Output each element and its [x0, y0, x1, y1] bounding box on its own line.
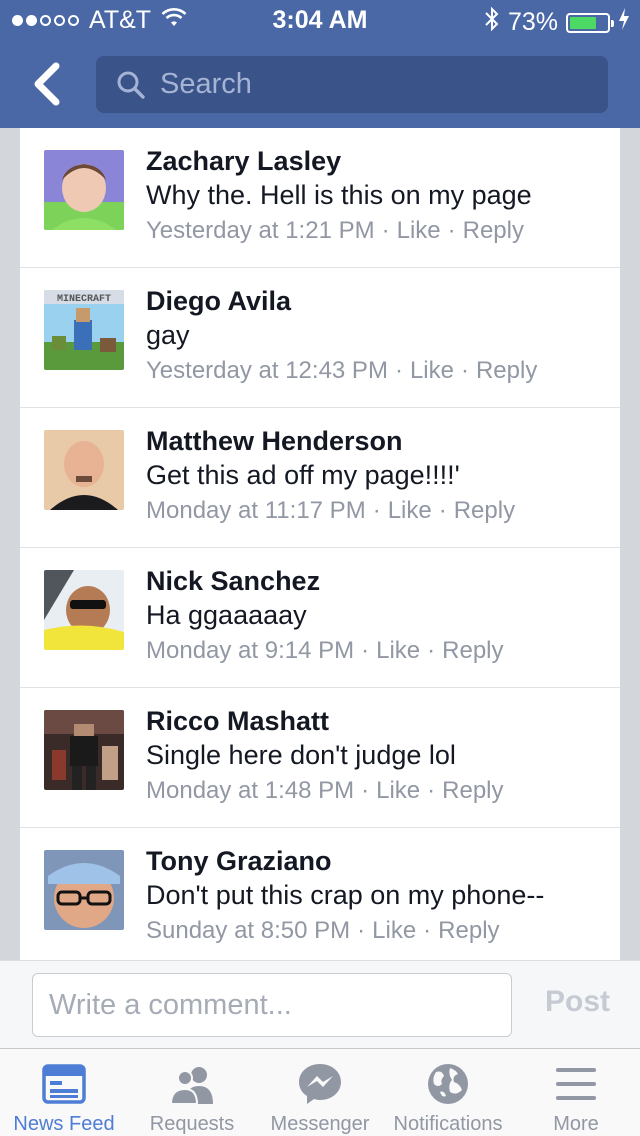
- battery-percent: 73%: [507, 8, 558, 36]
- comment-time: Yesterday at 12:43 PM: [146, 357, 388, 384]
- commenter-name[interactable]: Zachary Lasley: [146, 146, 341, 177]
- comment-meta: Sunday at 8:50 PM · Like · Reply: [146, 917, 500, 944]
- comment-item: Matthew Henderson Get this ad off my pag…: [20, 408, 620, 548]
- tab-label: Notifications: [393, 1113, 503, 1135]
- friends-icon: [167, 1061, 217, 1107]
- back-button[interactable]: [28, 62, 68, 106]
- comment-text: Don't put this crap on my phone--: [146, 880, 545, 910]
- reply-link[interactable]: Reply: [454, 497, 515, 524]
- comment-placeholder: Write a comment...: [49, 988, 292, 1021]
- commenter-name[interactable]: Nick Sanchez: [146, 566, 320, 597]
- comment-meta: Yesterday at 1:21 PM · Like · Reply: [146, 217, 524, 244]
- charging-icon: [618, 8, 630, 37]
- globe-icon: [426, 1061, 470, 1107]
- tab-more[interactable]: More: [512, 1049, 640, 1136]
- menu-icon: [554, 1061, 598, 1107]
- comment-text: Ha ggaaaaay: [146, 600, 307, 630]
- avatar-logo-text: MINECRAFT: [57, 294, 111, 305]
- top-bar: AT&T 3:04 AM 73% Search: [0, 0, 640, 128]
- comment-item: Ricco Mashatt Single here don't judge lo…: [20, 688, 620, 828]
- comment-text: Why the. Hell is this on my page: [146, 180, 532, 210]
- avatar[interactable]: [44, 710, 124, 790]
- battery-icon: [566, 12, 614, 33]
- avatar[interactable]: [44, 570, 124, 650]
- avatar[interactable]: [44, 150, 124, 230]
- comment-meta: Monday at 9:14 PM · Like · Reply: [146, 637, 504, 664]
- like-link[interactable]: Like: [410, 357, 454, 384]
- comment-time: Sunday at 8:50 PM: [146, 917, 351, 944]
- chevron-left-icon: [34, 62, 60, 106]
- comment-time: Monday at 11:17 PM: [146, 497, 366, 524]
- reply-link[interactable]: Reply: [476, 357, 537, 384]
- comment-input[interactable]: Write a comment...: [32, 973, 512, 1037]
- tab-bar: News Feed Requests Messenger Notificatio…: [0, 1048, 640, 1136]
- status-right: 73%: [484, 6, 630, 39]
- commenter-name[interactable]: Tony Graziano: [146, 846, 332, 877]
- comment-item: Zachary Lasley Why the. Hell is this on …: [20, 128, 620, 268]
- news-feed-icon: [42, 1061, 86, 1107]
- comment-text: Single here don't judge lol: [146, 740, 456, 770]
- tab-label: Requests: [149, 1113, 235, 1135]
- like-link[interactable]: Like: [397, 217, 441, 244]
- commenter-name[interactable]: Matthew Henderson: [146, 426, 403, 457]
- status-bar: AT&T 3:04 AM 73%: [0, 0, 640, 40]
- search-icon: [117, 71, 145, 99]
- avatar[interactable]: [44, 430, 124, 510]
- messenger-icon: [297, 1061, 343, 1107]
- comment-time: Monday at 1:48 PM: [146, 777, 355, 804]
- avatar[interactable]: MINECRAFT: [44, 290, 124, 370]
- reply-link[interactable]: Reply: [442, 777, 503, 804]
- reply-link[interactable]: Reply: [463, 217, 524, 244]
- commenter-name[interactable]: Ricco Mashatt: [146, 706, 329, 737]
- like-link[interactable]: Like: [376, 777, 420, 804]
- comment-time: Monday at 9:14 PM: [146, 637, 355, 664]
- tab-notifications[interactable]: Notifications: [384, 1049, 512, 1136]
- comment-item: Tony Graziano Don't put this crap on my …: [20, 828, 620, 960]
- comment-item: Nick Sanchez Ha ggaaaaay Monday at 9:14 …: [20, 548, 620, 688]
- tab-label: Messenger: [270, 1113, 370, 1135]
- comment-text: gay: [146, 320, 190, 350]
- tab-news-feed[interactable]: News Feed: [0, 1049, 128, 1136]
- bluetooth-icon: [484, 6, 500, 39]
- post-button[interactable]: Post: [545, 985, 610, 1019]
- search-input[interactable]: Search: [96, 56, 608, 113]
- commenter-name[interactable]: Diego Avila: [146, 286, 291, 317]
- tab-requests[interactable]: Requests: [128, 1049, 256, 1136]
- avatar[interactable]: [44, 850, 124, 930]
- search-placeholder: Search: [160, 68, 252, 100]
- comment-meta: Monday at 11:17 PM · Like · Reply: [146, 497, 516, 524]
- comment-item: MINECRAFT Diego Avila gay Yesterday at 1…: [20, 268, 620, 408]
- comment-composer: Write a comment... Post: [0, 960, 640, 1048]
- like-link[interactable]: Like: [388, 497, 432, 524]
- comment-text: Get this ad off my page!!!!': [146, 460, 460, 490]
- comment-meta: Monday at 1:48 PM · Like · Reply: [146, 777, 504, 804]
- reply-link[interactable]: Reply: [442, 637, 503, 664]
- tab-label: News Feed: [13, 1113, 115, 1135]
- comment-time: Yesterday at 1:21 PM: [146, 217, 375, 244]
- like-link[interactable]: Like: [376, 637, 420, 664]
- tab-messenger[interactable]: Messenger: [256, 1049, 384, 1136]
- comment-meta: Yesterday at 12:43 PM · Like · Reply: [146, 357, 538, 384]
- like-link[interactable]: Like: [372, 917, 416, 944]
- comment-list: Zachary Lasley Why the. Hell is this on …: [20, 128, 620, 960]
- reply-link[interactable]: Reply: [438, 917, 499, 944]
- tab-label: More: [553, 1113, 599, 1135]
